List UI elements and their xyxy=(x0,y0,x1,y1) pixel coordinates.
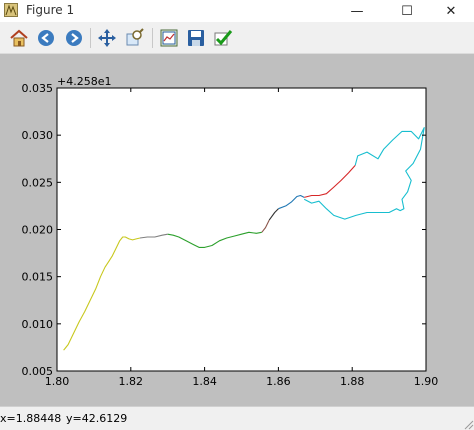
edit-button[interactable] xyxy=(212,27,234,49)
y-tick-label: 0.015 xyxy=(22,271,54,284)
matplotlib-app-icon xyxy=(4,3,18,17)
status-bar: x=1.88448 y=42.6129 xyxy=(0,406,474,430)
title-bar: Figure 1 — ☐ ✕ xyxy=(0,0,474,22)
minimize-button[interactable]: — xyxy=(334,0,380,22)
save-button[interactable] xyxy=(185,27,207,49)
navigation-toolbar xyxy=(0,22,474,54)
pan-icon xyxy=(98,29,116,47)
cursor-y-readout: y=42.6129 xyxy=(66,412,128,425)
forward-arrow-icon xyxy=(66,30,82,46)
x-tick-label: 1.90 xyxy=(414,375,439,388)
save-icon xyxy=(188,30,204,46)
forward-button[interactable] xyxy=(63,27,85,49)
maximize-button[interactable]: ☐ xyxy=(384,0,430,22)
close-button[interactable]: ✕ xyxy=(428,0,474,22)
axes-frame xyxy=(56,87,427,372)
y-tick-label: 0.035 xyxy=(22,82,54,95)
toolbar-separator xyxy=(90,28,91,48)
y-tick-label: 0.020 xyxy=(22,224,54,237)
figure-canvas[interactable]: 1.80 1.82 1.84 1.86 1.88 1.90 0.005 0.010 0.015 0… xyxy=(0,54,474,406)
maximize-icon: ☐ xyxy=(401,3,413,19)
toolbar-separator xyxy=(152,28,153,48)
y-tick-label: 0.005 xyxy=(22,365,54,378)
cursor-x-readout: x=1.88448 xyxy=(0,412,62,425)
x-tick-label: 1.82 xyxy=(119,375,144,388)
close-icon: ✕ xyxy=(445,3,457,19)
plot-svg: 1.80 1.82 1.84 1.86 1.88 1.900.0050.0100.0150… xyxy=(22,75,439,388)
zoom-icon xyxy=(126,28,144,46)
y-tick-label: 0.010 xyxy=(22,318,54,331)
window-title: Figure 1 xyxy=(26,3,75,17)
x-tick-label: 1.84 xyxy=(192,375,217,388)
edit-check-icon xyxy=(214,30,233,46)
minimize-icon: — xyxy=(350,3,364,19)
y-tick-label: 0.030 xyxy=(22,129,54,142)
offset-label: +4.258e1 xyxy=(57,75,111,88)
home-icon xyxy=(10,29,28,47)
zoom-button[interactable] xyxy=(124,27,146,49)
x-tick-label: 1.86 xyxy=(266,375,291,388)
home-button[interactable] xyxy=(8,27,30,49)
back-arrow-icon xyxy=(38,30,54,46)
pan-button[interactable] xyxy=(96,27,118,49)
back-button[interactable] xyxy=(35,27,57,49)
resize-grip-icon[interactable] xyxy=(462,418,474,430)
subplots-icon xyxy=(160,29,178,47)
x-tick-label: 1.88 xyxy=(340,375,365,388)
y-tick-label: 0.025 xyxy=(22,176,54,189)
subplots-button[interactable] xyxy=(158,27,180,49)
